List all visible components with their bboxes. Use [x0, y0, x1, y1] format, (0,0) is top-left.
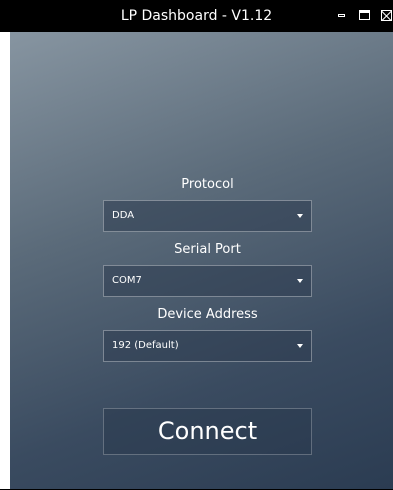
connect-button[interactable]: Connect: [103, 408, 312, 455]
protocol-value: DDA: [112, 210, 135, 221]
maximize-button[interactable]: [357, 8, 371, 22]
protocol-select[interactable]: DDA: [103, 200, 312, 232]
caret-down-icon: [297, 344, 303, 348]
device-address-select[interactable]: 192 (Default): [103, 330, 312, 362]
title-bar[interactable]: LP Dashboard - V1.12: [0, 0, 393, 32]
close-button[interactable]: [379, 8, 393, 22]
app-window: LP Dashboard - V1.12 Protocol DDA Serial…: [0, 0, 393, 490]
protocol-label: Protocol: [181, 177, 234, 192]
minimize-button[interactable]: [334, 8, 348, 22]
serial-port-label: Serial Port: [174, 242, 241, 257]
caret-down-icon: [297, 279, 303, 283]
serial-port-value: COM7: [112, 275, 142, 286]
caret-down-icon: [297, 214, 303, 218]
device-address-value: 192 (Default): [112, 340, 179, 351]
maximize-icon: [358, 10, 370, 20]
minimize-icon: [337, 13, 345, 17]
serial-port-select[interactable]: COM7: [103, 265, 312, 297]
device-address-label: Device Address: [157, 307, 258, 322]
close-icon: [380, 9, 392, 21]
